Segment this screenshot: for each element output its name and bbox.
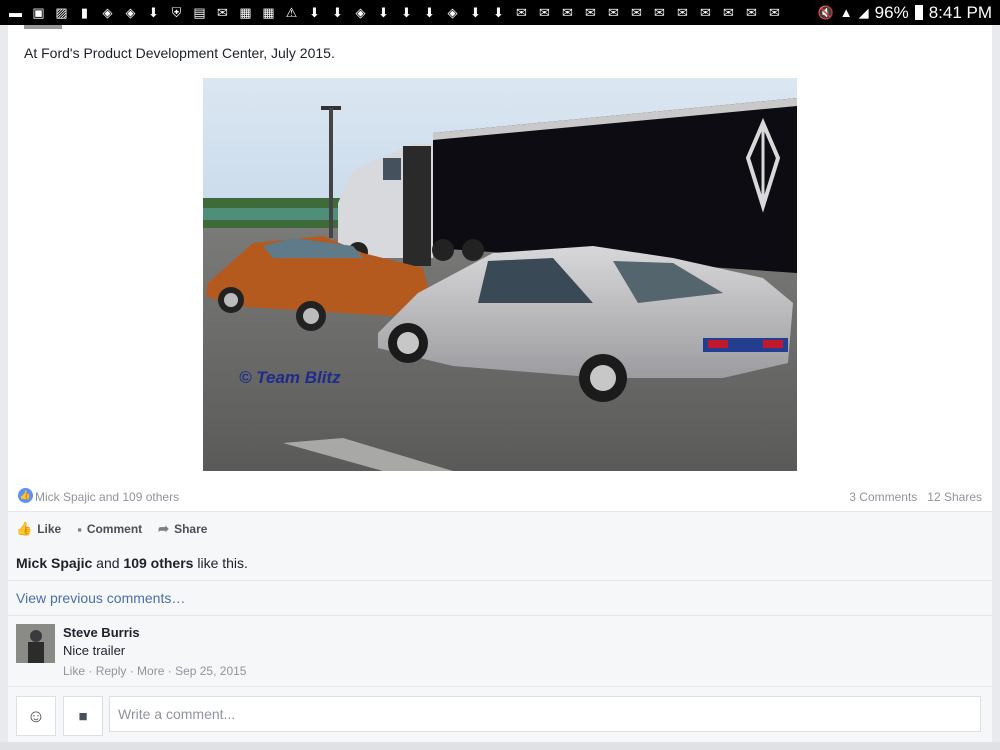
- smiley-icon: ☺: [26, 705, 46, 726]
- camera-button[interactable]: ■: [63, 696, 103, 736]
- calendar-icon: ▦: [239, 5, 252, 20]
- download-off-icon: ⬇: [332, 5, 343, 20]
- comment-icon: ▪: [77, 521, 82, 537]
- mail-off-icon: ✉: [585, 5, 596, 20]
- likes-count-link[interactable]: Mick Spajic and 109 others: [35, 490, 179, 504]
- battery-percent: 96%: [874, 2, 909, 22]
- bottom-edge: [0, 742, 1000, 750]
- comment-composer: ☺ ■: [8, 687, 992, 742]
- comment-item: Steve Burris Nice trailer Like · Reply ·…: [8, 616, 992, 687]
- comment-text: Nice trailer: [63, 643, 126, 658]
- comment-input[interactable]: [109, 696, 981, 732]
- comments-count-link[interactable]: 3 Comments: [849, 490, 917, 504]
- share-button-label: Share: [174, 522, 208, 536]
- likes-suffix: like this.: [193, 555, 248, 571]
- post-counts: 3 Comments 12 Shares: [849, 490, 982, 504]
- share-button[interactable]: ➦ Share: [158, 521, 207, 537]
- email-icon: ✉: [769, 5, 780, 20]
- mail-off-icon: ✉: [608, 5, 619, 20]
- post-action-bar: 👍 Like ▪ Comment ➦ Share: [8, 511, 992, 547]
- calendar-icon: ▦: [262, 5, 275, 20]
- likes-connector: and: [92, 555, 124, 571]
- mute-icon: 🔇: [817, 4, 834, 20]
- mail-off-icon: ✉: [700, 5, 711, 20]
- comment-button[interactable]: ▪ Comment: [77, 522, 142, 537]
- comment-button-label: Comment: [86, 522, 143, 536]
- camera-icon: ■: [78, 707, 88, 725]
- photo-icon: ▨: [55, 5, 68, 20]
- like-button[interactable]: 👍 Like: [16, 521, 61, 537]
- emoji-button[interactable]: ☺: [16, 696, 56, 736]
- comment-reply-link[interactable]: Reply: [96, 664, 127, 678]
- mail-off-icon: ✉: [746, 5, 757, 20]
- money-icon: ◈: [355, 5, 366, 20]
- download-off-icon: ⬇: [309, 5, 320, 20]
- mail-off-icon: ✉: [631, 5, 642, 20]
- comment-more-link[interactable]: More: [137, 664, 164, 678]
- shield-icon: ⛨: [171, 5, 182, 20]
- thumbs-up-icon: 👍: [16, 521, 33, 536]
- view-previous-comments: View previous comments…: [8, 581, 992, 616]
- post-caption: At Ford's Product Development Center, Ju…: [24, 45, 335, 61]
- download-icon: ⬇: [148, 5, 159, 20]
- comment-author[interactable]: Steve Burris: [63, 625, 140, 640]
- mail-icon: ✉: [217, 5, 228, 20]
- money-icon: ◈: [102, 5, 113, 20]
- app-icon: ▤: [193, 5, 206, 20]
- battery-icon: [914, 5, 923, 20]
- likes-summary: Mick Spajic and 109 others like this.: [8, 546, 992, 581]
- comment-date[interactable]: Sep 25, 2015: [175, 664, 246, 678]
- file-icon: ▮: [80, 5, 89, 20]
- share-arrow-icon: ➦: [158, 521, 170, 536]
- liker-name-link[interactable]: Mick Spajic: [16, 555, 92, 571]
- warning-icon: ⚠: [285, 5, 298, 20]
- view-previous-comments-link[interactable]: View previous comments…: [16, 590, 185, 606]
- mail-off-icon: ✉: [677, 5, 688, 20]
- clock: 8:41 PM: [928, 2, 992, 22]
- notification-icons: ▬ ▣ ▨ ▮ ◈ ◈ ⬇ ⛨ ▤ ✉ ▦ ▦ ⚠ ⬇ ⬇ ◈ ⬇ ⬇ ⬇ ◈ ⬇ ⬇ ✉ ✉ ✉ ✉ ✉ ✉ ✉ ✉ ✉ ✉ ✉ ✉: [0, 5, 784, 20]
- mail-off-icon: ✉: [654, 5, 665, 20]
- photo-image: © Team Blitz: [203, 78, 797, 471]
- others-link[interactable]: 109 others: [123, 555, 193, 571]
- mail-off-icon: ✉: [516, 5, 527, 20]
- gallery-icon: ▣: [32, 5, 45, 20]
- post-photo[interactable]: © Team Blitz: [203, 78, 797, 471]
- money-icon: ◈: [447, 5, 458, 20]
- avatar-image: [16, 624, 55, 663]
- reactions-row: 👍 Mick Spajic and 109 others 3 Comments …: [8, 485, 992, 511]
- message-icon: ▬: [9, 5, 22, 20]
- comment-like-link[interactable]: Like: [63, 664, 85, 678]
- wifi-icon: ▲: [839, 5, 853, 20]
- status-right: 🔇 ▲ ◢ 96% 8:41 PM: [818, 0, 992, 25]
- post-card: At Ford's Product Development Center, Ju…: [8, 25, 992, 510]
- download-off-icon: ⬇: [493, 5, 504, 20]
- mail-off-icon: ✉: [539, 5, 550, 20]
- avatar[interactable]: [16, 624, 55, 663]
- comment-meta: Like · Reply · More · Sep 25, 2015: [63, 664, 247, 678]
- like-reaction-icon: 👍: [18, 488, 33, 503]
- photo-watermark: © Team Blitz: [239, 368, 341, 387]
- status-bar: ▬ ▣ ▨ ▮ ◈ ◈ ⬇ ⛨ ▤ ✉ ▦ ▦ ⚠ ⬇ ⬇ ◈ ⬇ ⬇ ⬇ ◈ ⬇ ⬇ ✉ ✉ ✉ ✉ ✉ ✉ ✉ ✉ ✉ ✉ ✉ ✉ 🔇 ▲ ◢…: [0, 0, 1000, 25]
- money-icon: ◈: [125, 5, 136, 20]
- shares-count-link[interactable]: 12 Shares: [927, 490, 982, 504]
- download-off-icon: ⬇: [470, 5, 481, 20]
- author-avatar-partial: [24, 25, 62, 29]
- download-icon: ⬇: [378, 5, 389, 20]
- download-icon: ⬇: [424, 5, 435, 20]
- like-button-label: Like: [37, 522, 62, 536]
- mail-off-icon: ✉: [723, 5, 734, 20]
- signal-icon: ◢: [858, 4, 869, 20]
- download-icon: ⬇: [401, 5, 412, 20]
- mail-off-icon: ✉: [562, 5, 573, 20]
